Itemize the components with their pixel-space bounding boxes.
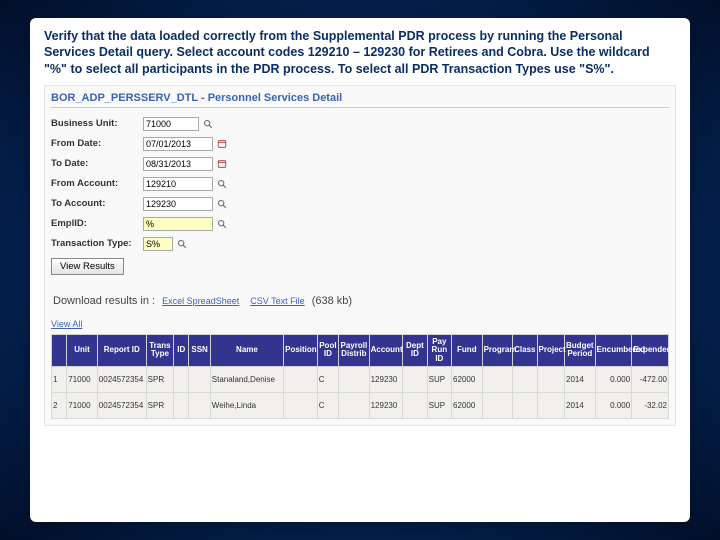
- cell-name: Stanaland,Denise: [210, 366, 283, 392]
- col-header: Class: [513, 334, 537, 366]
- col-header: Dept ID: [403, 334, 427, 366]
- input-to-account[interactable]: [143, 197, 213, 211]
- cell-fund: 62000: [452, 366, 483, 392]
- download-excel-link[interactable]: Excel SpreadSheet: [162, 296, 239, 306]
- cell-payroll: [339, 392, 370, 418]
- label-emplid: EmplID:: [51, 218, 143, 229]
- cell-n: 1: [52, 366, 67, 392]
- search-icon[interactable]: [202, 118, 214, 130]
- search-icon[interactable]: [216, 178, 228, 190]
- cell-n: 2: [52, 392, 67, 418]
- col-header: Account: [369, 334, 403, 366]
- col-header: Payroll Distrib: [339, 334, 370, 366]
- col-header: Pool ID: [317, 334, 338, 366]
- col-header: Position: [284, 334, 318, 366]
- cell-unit: 71000: [67, 366, 98, 392]
- cell-id: [174, 392, 189, 418]
- col-header: Fund: [452, 334, 483, 366]
- download-row: Download results in : Excel SpreadSheet …: [53, 295, 669, 307]
- cell-enc: 0.000: [595, 366, 632, 392]
- cell-program: [482, 392, 513, 418]
- label-to-date: To Date:: [51, 158, 143, 169]
- input-from-account[interactable]: [143, 177, 213, 191]
- download-prefix: Download results in :: [53, 295, 155, 307]
- cell-project: [537, 392, 564, 418]
- col-header: ID: [174, 334, 189, 366]
- table-row: 2710000024572354SPR Weihe,Linda C 129230 SUP…: [52, 392, 669, 418]
- cell-unit: 71000: [67, 392, 98, 418]
- calendar-icon[interactable]: [216, 138, 228, 150]
- cell-payroll: [339, 366, 370, 392]
- cell-project: [537, 366, 564, 392]
- col-header: Pay Run ID: [427, 334, 451, 366]
- cell-ssn: [189, 392, 210, 418]
- search-icon[interactable]: [216, 218, 228, 230]
- cell-position: [284, 392, 318, 418]
- cell-budget: 2014: [565, 392, 596, 418]
- input-trans-type[interactable]: [143, 237, 173, 251]
- instruction-text: Verify that the data loaded correctly fr…: [44, 28, 676, 77]
- cell-pool: C: [317, 392, 338, 418]
- cell-account: 129230: [369, 392, 403, 418]
- cell-type: SPR: [146, 392, 173, 418]
- col-header: SSN: [189, 334, 210, 366]
- cell-account: 129230: [369, 366, 403, 392]
- cell-fund: 62000: [452, 392, 483, 418]
- label-from-account: From Account:: [51, 178, 143, 189]
- cell-name: Weihe,Linda: [210, 392, 283, 418]
- col-header: Report ID: [97, 334, 146, 366]
- cell-exp: -32.02: [632, 392, 669, 418]
- col-header: Encumbered: [595, 334, 632, 366]
- search-icon[interactable]: [216, 198, 228, 210]
- col-header: Budget Period: [565, 334, 596, 366]
- input-emplid[interactable]: [143, 217, 213, 231]
- col-header: Unit: [67, 334, 98, 366]
- col-header: Program: [482, 334, 513, 366]
- cell-class: [513, 392, 537, 418]
- download-csv-link[interactable]: CSV Text File: [250, 296, 304, 306]
- cell-payrun: SUP: [427, 366, 451, 392]
- cell-program: [482, 366, 513, 392]
- search-icon[interactable]: [176, 238, 188, 250]
- input-business-unit[interactable]: [143, 117, 199, 131]
- cell-budget: 2014: [565, 366, 596, 392]
- cell-id: [174, 366, 189, 392]
- input-to-date[interactable]: [143, 157, 213, 171]
- label-to-account: To Account:: [51, 198, 143, 209]
- cell-report: 0024572354: [97, 366, 146, 392]
- download-size: (638 kb): [312, 295, 352, 307]
- label-trans-type: Transaction Type:: [51, 238, 143, 249]
- input-from-date[interactable]: [143, 137, 213, 151]
- cell-enc: 0.000: [595, 392, 632, 418]
- cell-dept: [403, 366, 427, 392]
- app-title: BOR_ADP_PERSSERV_DTL - Personnel Service…: [51, 90, 669, 108]
- view-all-link[interactable]: View All: [51, 319, 82, 329]
- col-header: Project: [537, 334, 564, 366]
- cell-pool: C: [317, 366, 338, 392]
- label-from-date: From Date:: [51, 138, 143, 149]
- cell-type: SPR: [146, 366, 173, 392]
- cell-class: [513, 366, 537, 392]
- col-header: [52, 334, 67, 366]
- cell-ssn: [189, 366, 210, 392]
- table-row: 1710000024572354SPR Stanaland,Denise C 1292…: [52, 366, 669, 392]
- cell-payrun: SUP: [427, 392, 451, 418]
- col-header: Expended: [632, 334, 669, 366]
- col-header: Trans Type: [146, 334, 173, 366]
- view-results-button[interactable]: View Results: [51, 258, 124, 275]
- cell-position: [284, 366, 318, 392]
- cell-report: 0024572354: [97, 392, 146, 418]
- label-business-unit: Business Unit:: [51, 118, 143, 129]
- calendar-icon[interactable]: [216, 158, 228, 170]
- cell-dept: [403, 392, 427, 418]
- slide-container: Verify that the data loaded correctly fr…: [30, 18, 690, 522]
- table-header-row: UnitReport IDTrans TypeIDSSNNamePosition…: [52, 334, 669, 366]
- col-header: Name: [210, 334, 283, 366]
- app-panel: BOR_ADP_PERSSERV_DTL - Personnel Service…: [44, 85, 676, 426]
- results-table: UnitReport IDTrans TypeIDSSNNamePosition…: [51, 334, 669, 419]
- cell-exp: -472.00: [632, 366, 669, 392]
